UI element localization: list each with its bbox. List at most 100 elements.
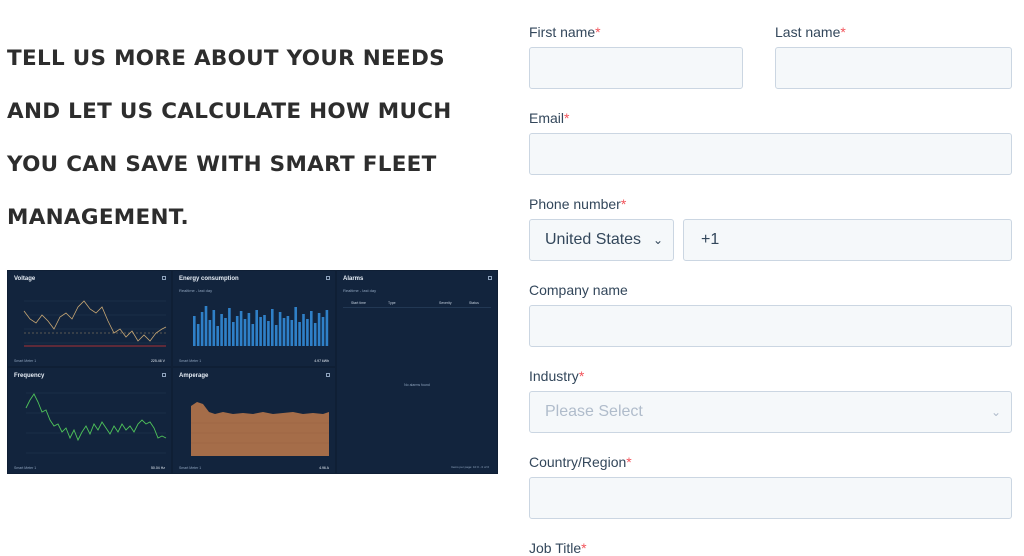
required-mark: *	[581, 540, 587, 556]
required-mark: *	[840, 24, 846, 40]
energy-bar	[224, 318, 227, 346]
last-name-label: Last name*	[775, 24, 846, 40]
country-region-input[interactable]	[529, 477, 1012, 519]
energy-bar	[228, 308, 231, 346]
panel-legend: Smart Meter 1	[14, 466, 37, 470]
energy-bar	[212, 310, 216, 346]
column-header: Type	[388, 301, 396, 305]
energy-bar	[298, 322, 301, 346]
panel-menu-icon	[488, 276, 492, 280]
phone-label: Phone number*	[529, 196, 626, 212]
industry-label: Industry*	[529, 368, 584, 384]
last-name-input[interactable]	[775, 47, 1012, 89]
panel-title: Alarms	[343, 276, 364, 282]
energy-panel: Energy consumption Realtime - last day S…	[173, 271, 335, 366]
label-text: Company name	[529, 282, 628, 298]
column-header: Start time	[351, 301, 366, 305]
column-header: Status	[469, 301, 479, 305]
energy-bar	[196, 324, 200, 346]
label-text: First name	[529, 24, 596, 40]
alarm-empty-text: No alarms found	[404, 383, 430, 387]
energy-bar	[325, 310, 329, 346]
energy-bar	[294, 307, 297, 346]
energy-bar	[310, 311, 313, 346]
email-input[interactable]	[529, 133, 1012, 175]
label-text: Job Title	[529, 540, 582, 556]
required-mark: *	[564, 110, 570, 126]
headline-line: YOU CAN SAVE WITH SMART FLEET	[7, 152, 437, 177]
required-mark: *	[626, 454, 632, 470]
headline-line: MANAGEMENT.	[7, 205, 189, 230]
country-region-label: Country/Region*	[529, 454, 632, 470]
energy-bar	[278, 312, 282, 346]
panel-subtitle: Realtime - last day	[343, 288, 377, 293]
selected-country: United States	[545, 231, 642, 248]
energy-bar	[247, 313, 251, 346]
alarm-pager: Items per page: 10 0 - 0 of 0	[451, 465, 489, 469]
label-text: Last name	[775, 24, 841, 40]
energy-bar	[204, 306, 208, 346]
required-mark: *	[595, 24, 601, 40]
company-label: Company name	[529, 282, 628, 298]
panel-legend: Smart Meter 1	[179, 359, 202, 363]
panel-footer-value: 4.96 A	[319, 466, 329, 470]
energy-bar	[239, 311, 243, 346]
energy-bar	[282, 318, 286, 346]
energy-bar	[274, 325, 278, 346]
label-text: Phone number	[529, 196, 621, 212]
energy-bar	[263, 315, 266, 346]
first-name-label: First name*	[529, 24, 601, 40]
panel-legend: Smart Meter 1	[14, 359, 37, 363]
energy-bar	[321, 317, 325, 346]
energy-bar	[216, 326, 219, 346]
industry-placeholder: Please Select	[545, 403, 643, 420]
voltage-panel: Voltage Smart Meter 1 225.46 V	[8, 271, 171, 366]
chevron-down-icon: ⌄	[652, 233, 663, 247]
alarms-panel: Alarms Realtime - last day Start time Ty…	[337, 271, 497, 473]
frequency-panel: Frequency Smart Meter 1 50.04 Hz	[8, 368, 171, 473]
headline-line: AND LET US CALCULATE HOW MUCH	[7, 99, 452, 124]
energy-bar	[232, 322, 235, 346]
energy-bar	[235, 316, 239, 346]
energy-bar	[259, 317, 262, 346]
energy-bar	[286, 316, 290, 346]
dashboard-screenshot: Voltage Smart Meter 1 225.46 V Energy co…	[7, 270, 498, 474]
phone-input[interactable]: +1	[683, 219, 1012, 261]
label-text: Industry	[529, 368, 579, 384]
energy-bar	[267, 321, 270, 346]
phone-value: +1	[701, 231, 720, 248]
energy-bar	[255, 310, 258, 346]
industry-select[interactable]: Please Select ⌄	[529, 391, 1012, 433]
energy-bar	[208, 320, 212, 346]
required-mark: *	[620, 196, 627, 212]
energy-chart	[193, 306, 329, 346]
panel-footer-value: 50.04 Hz	[150, 466, 165, 470]
energy-bar	[220, 314, 223, 346]
energy-bar	[271, 309, 274, 346]
energy-bar	[251, 324, 255, 346]
phone-country-select[interactable]: United States ⌄	[529, 219, 674, 261]
required-mark: *	[578, 368, 585, 384]
energy-bar	[317, 313, 321, 346]
energy-bar	[313, 323, 317, 346]
label-text: Country/Region	[529, 454, 627, 470]
energy-bar	[243, 319, 247, 346]
headline: TELL US MORE ABOUT YOUR NEEDS AND LET US…	[7, 32, 507, 244]
energy-bar	[290, 320, 294, 346]
energy-bar	[193, 316, 196, 346]
headline-line: TELL US MORE ABOUT YOUR NEEDS	[7, 46, 445, 71]
amperage-panel: Amperage Smart Meter 1 4.96 A	[173, 368, 335, 473]
voltage-chart	[23, 300, 167, 347]
panel-footer-value: 4.97 kWh	[314, 359, 329, 363]
alarm-table-header: Start time Type Severity Status	[343, 300, 491, 308]
label-text: Email	[529, 110, 565, 126]
chevron-down-icon: ⌄	[990, 405, 1001, 419]
frequency-chart	[25, 392, 167, 454]
energy-bar	[306, 319, 309, 346]
first-name-input[interactable]	[529, 47, 743, 89]
panel-legend: Smart Meter 1	[179, 466, 202, 470]
company-input[interactable]	[529, 305, 1012, 347]
column-header: Severity	[439, 301, 452, 305]
energy-bar	[302, 314, 305, 346]
job-title-label: Job Title*	[529, 540, 587, 556]
